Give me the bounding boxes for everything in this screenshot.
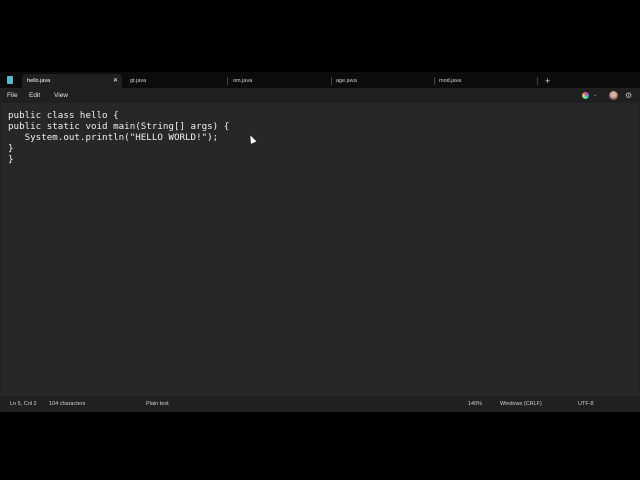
tab-label: hello.java [27, 78, 51, 84]
tab-strip: hello.java ✕ gt.java om.java age.java mo… [0, 72, 640, 88]
new-tab-button[interactable]: + [545, 74, 550, 88]
mouse-pointer-icon [247, 134, 257, 144]
menu-file[interactable]: File [7, 88, 17, 103]
avatar[interactable] [609, 91, 618, 100]
notepad-window: hello.java ✕ gt.java om.java age.java mo… [0, 72, 640, 412]
menu-edit[interactable]: Edit [29, 88, 40, 103]
line-ending: Windows (CRLF) [500, 401, 542, 407]
tab-hello-java[interactable]: hello.java ✕ [22, 74, 122, 88]
zoom-level: 140% [468, 401, 483, 407]
cursor-position: Ln 5, Col 2 [10, 401, 37, 407]
tab-age-java[interactable]: age.java [331, 74, 431, 88]
close-tab-icon[interactable]: ✕ [113, 74, 118, 88]
tab-label: gt.java [130, 78, 147, 84]
tab-om-java[interactable]: om.java [228, 74, 328, 88]
editor-content[interactable]: public class hello { public static void … [8, 110, 229, 165]
encoding: UTF-8 [578, 401, 594, 407]
text-format: Plain text [146, 401, 169, 407]
status-bar: Ln 5, Col 2 104 characters Plain text 14… [0, 396, 640, 412]
character-count: 104 characters [49, 401, 86, 407]
tab-label: mod.java [439, 78, 462, 84]
tab-label: om.java [233, 78, 253, 84]
tab-gt-java[interactable]: gt.java [125, 74, 225, 88]
tab-mod-java[interactable]: mod.java [434, 74, 534, 88]
chevron-down-icon[interactable]: ⌄ [593, 88, 597, 103]
notepad-app-icon [7, 76, 13, 84]
text-editor[interactable]: public class hello { public static void … [1, 103, 639, 396]
tab-label: age.java [336, 78, 357, 84]
tab-separator [537, 77, 538, 85]
settings-gear-icon[interactable]: ⚙ [625, 88, 632, 103]
menu-bar: File Edit View ⌄ ⚙ [0, 88, 640, 103]
menu-view[interactable]: View [54, 88, 68, 103]
copilot-icon[interactable] [582, 92, 589, 99]
